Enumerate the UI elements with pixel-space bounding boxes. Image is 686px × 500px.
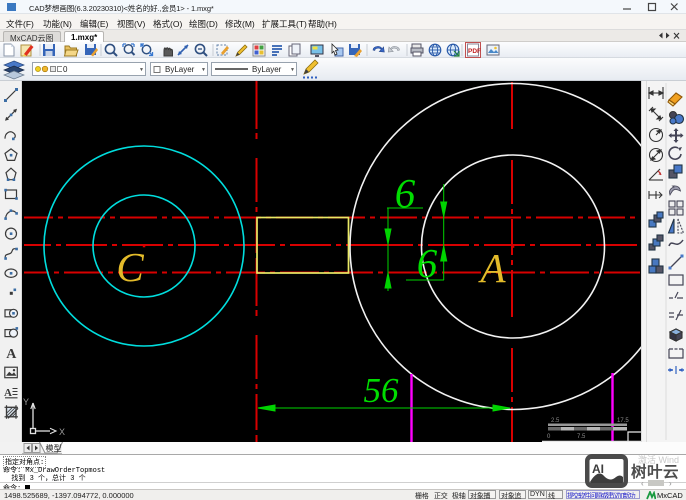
svg-text:56: 56 [364,371,400,410]
svg-text:0: 0 [547,434,551,440]
svg-text:Y: Y [23,397,29,407]
svg-text:PDF: PDF [468,48,481,55]
svg-text:17.5: 17.5 [617,418,629,424]
svg-text:X: X [59,427,65,437]
svg-text:›: › [669,479,672,488]
svg-text:A: A [477,245,506,291]
svg-text:C: C [116,244,144,290]
svg-text:‹: ‹ [641,479,644,488]
svg-text:6: 6 [395,170,416,216]
svg-text:7.5: 7.5 [577,434,586,440]
svg-text:树叶云: 树叶云 [631,462,679,481]
svg-text:2.5: 2.5 [551,418,560,424]
svg-text:A: A [6,347,17,362]
svg-text:A: A [4,387,12,399]
svg-text:6: 6 [417,240,438,286]
